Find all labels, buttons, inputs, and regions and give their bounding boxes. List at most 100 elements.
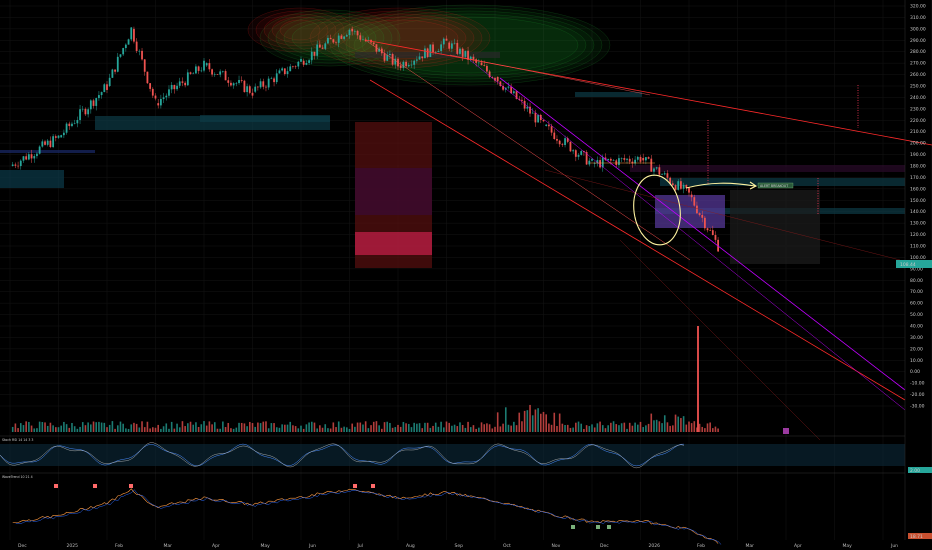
candle-body xyxy=(265,86,267,88)
volume-bar xyxy=(197,426,200,432)
volume-bar xyxy=(343,426,345,432)
candle-body xyxy=(310,51,313,61)
candle-body xyxy=(612,160,615,161)
candle-body xyxy=(399,65,402,68)
volume-bar xyxy=(178,427,181,432)
candle-body xyxy=(11,164,14,166)
volume-bar xyxy=(515,425,518,432)
candle-body xyxy=(116,56,119,72)
volume-bar xyxy=(426,422,429,432)
volume-bar xyxy=(467,421,469,432)
candle-body xyxy=(574,150,577,157)
time-axis-tick: May xyxy=(843,543,853,549)
volume-bar xyxy=(270,423,273,432)
candle-body xyxy=(92,100,95,106)
volume-bar xyxy=(413,422,415,432)
candle-body xyxy=(507,86,510,88)
candle-body xyxy=(588,160,591,165)
volume-bar xyxy=(173,428,176,432)
volume-bar xyxy=(496,412,499,432)
volume-bar xyxy=(235,427,238,432)
candle-body xyxy=(111,69,114,78)
candle-body xyxy=(421,56,424,59)
volume-bar xyxy=(469,427,472,432)
volume-bar xyxy=(19,423,22,432)
volume-bar xyxy=(507,424,510,432)
candle-body xyxy=(663,173,666,175)
volume-bar xyxy=(154,427,157,432)
volume-bar xyxy=(672,425,674,432)
candle-body xyxy=(313,51,316,56)
candle-body xyxy=(445,38,448,41)
candle-body xyxy=(254,86,257,92)
candle-body xyxy=(294,66,297,68)
price-axis-tick: 80.00 xyxy=(910,278,923,284)
candle-body xyxy=(577,154,580,157)
candle-body xyxy=(130,27,133,40)
volume-bar xyxy=(693,421,696,432)
candle-body xyxy=(22,156,25,161)
time-axis-tick: Apr xyxy=(212,543,220,549)
volume-bar xyxy=(631,425,634,432)
candle-body xyxy=(709,230,712,231)
volume-bar xyxy=(591,424,593,432)
volume-bar xyxy=(316,428,318,432)
volume-bar xyxy=(550,424,553,432)
volume-bar xyxy=(71,422,73,432)
candle-body xyxy=(219,71,222,75)
volume-bar xyxy=(370,425,372,432)
volume-bar xyxy=(461,424,464,432)
volume-bar xyxy=(610,422,612,432)
candle-body xyxy=(308,60,310,63)
volume-bar xyxy=(257,422,259,432)
volume-bar xyxy=(682,416,685,432)
volume-bar xyxy=(138,427,141,432)
volume-bar xyxy=(337,421,340,432)
candle-body xyxy=(159,98,162,106)
volume-bar xyxy=(135,423,138,432)
price-chart[interactable]: ALERT BREAKOUT Stoch RSI 14 14 3 3 WaveTr… xyxy=(0,0,932,550)
candle-body xyxy=(542,120,545,122)
candle-body xyxy=(81,108,84,110)
candle-body xyxy=(203,60,205,71)
volume-bar xyxy=(181,421,184,432)
price-axis-tick: 310.00 xyxy=(910,15,926,21)
volume-bar xyxy=(545,414,547,432)
volume-bar xyxy=(292,425,294,432)
candle-body xyxy=(564,138,566,146)
volume-bar xyxy=(57,427,60,432)
volume-bar xyxy=(459,422,461,432)
candle-body xyxy=(238,79,240,84)
volume-bar xyxy=(674,414,677,432)
volume-bar xyxy=(302,428,305,432)
price-axis-tick: 240.00 xyxy=(910,95,926,101)
volume-bar xyxy=(52,425,54,432)
price-axis-tick: -20.00 xyxy=(910,392,925,398)
candle-body xyxy=(240,79,243,81)
volume-bar xyxy=(383,422,386,432)
candle-body xyxy=(671,183,674,186)
volume-bar xyxy=(618,425,620,432)
volume-bar xyxy=(281,424,283,432)
volume-bar xyxy=(375,421,378,432)
candle-body xyxy=(14,164,17,166)
volume-bar xyxy=(372,421,375,432)
volume-bar xyxy=(494,426,496,432)
volume-bar xyxy=(219,428,221,432)
volume-bar xyxy=(566,424,569,432)
volume-bar xyxy=(189,421,192,432)
candle-body xyxy=(297,61,300,67)
candle-body xyxy=(639,156,642,162)
candle-body xyxy=(124,44,127,49)
candle-body xyxy=(176,85,178,90)
candle-body xyxy=(46,140,49,145)
volume-bar xyxy=(580,423,583,432)
volume-bar xyxy=(346,427,348,432)
volume-bar xyxy=(564,425,566,432)
volume-bar xyxy=(119,421,122,432)
volume-bar xyxy=(243,423,246,432)
candle-body xyxy=(556,139,558,141)
volume-bar xyxy=(216,428,219,432)
volume-bar xyxy=(160,428,162,432)
wavetrend-signal-sell xyxy=(353,484,357,488)
